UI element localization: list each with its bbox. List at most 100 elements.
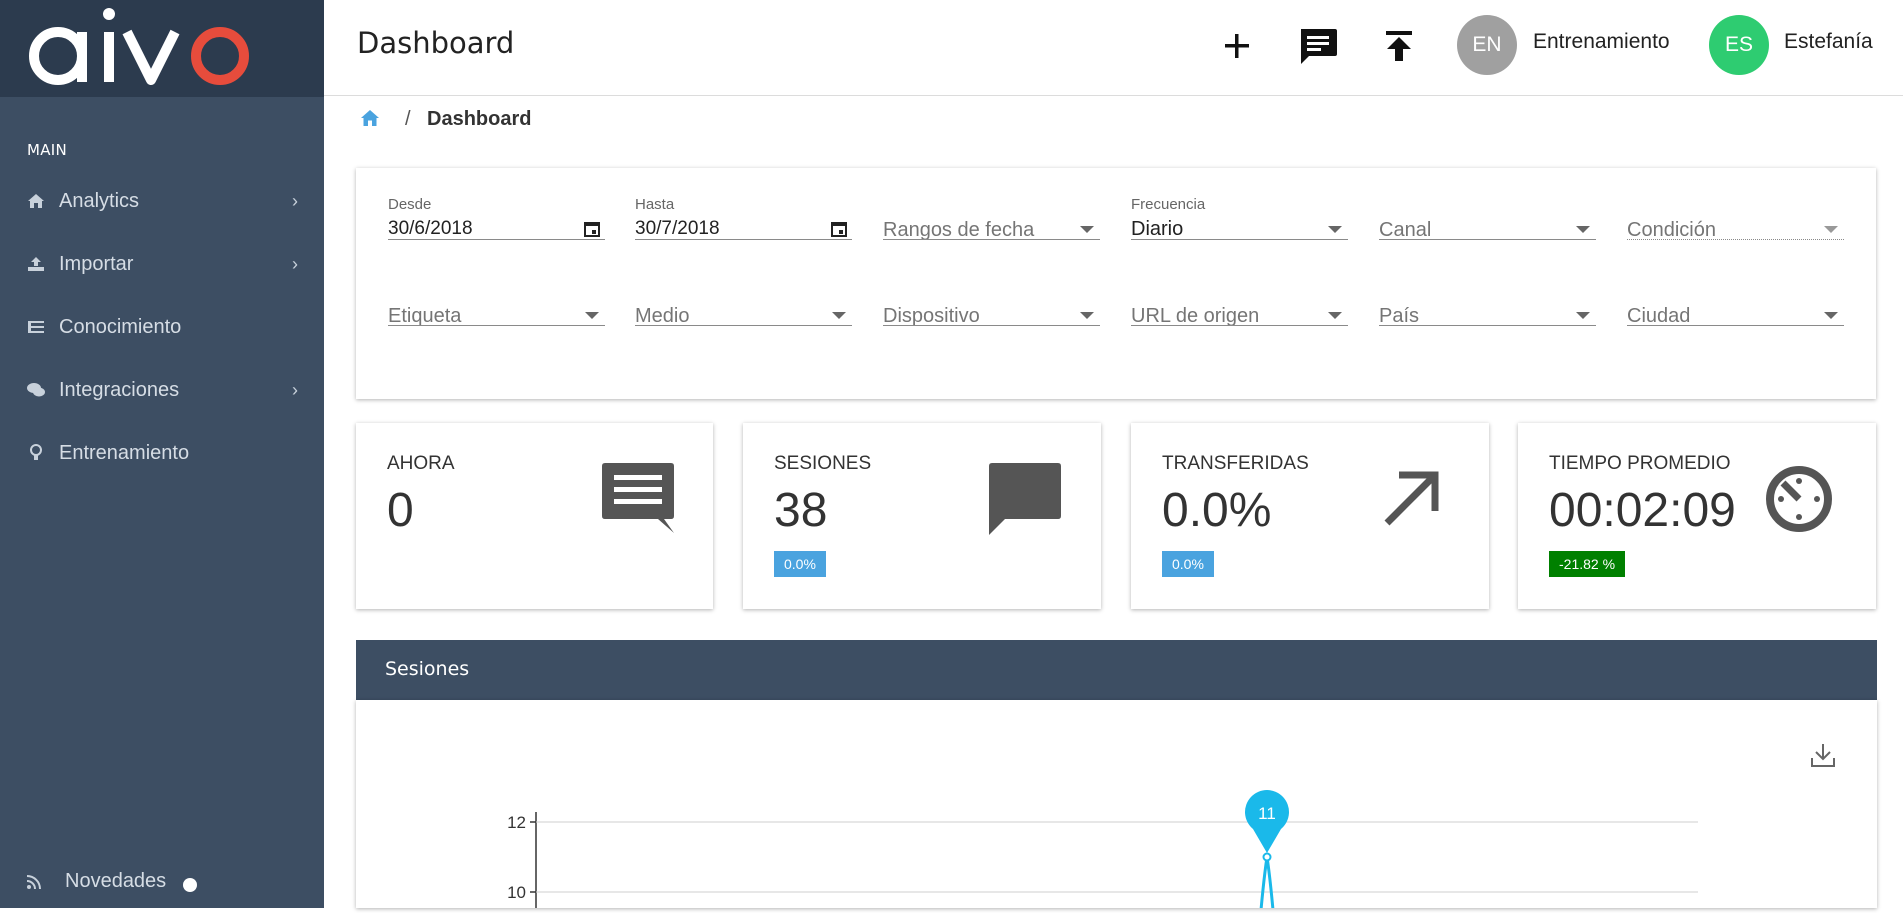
user-name[interactable]: Entrenamiento xyxy=(1533,30,1670,54)
url-origen-select[interactable]: URL de origen xyxy=(1131,282,1348,327)
notification-dot xyxy=(183,878,197,892)
field-value: 30/6/2018 xyxy=(388,218,473,239)
pais-select[interactable]: País xyxy=(1379,282,1596,327)
arrow-up-right-icon xyxy=(1384,471,1439,526)
timer-icon xyxy=(1766,466,1832,532)
page-title: Dashboard xyxy=(357,26,515,60)
frecuencia-select[interactable]: Frecuencia Diario xyxy=(1131,196,1348,240)
dropdown-arrow-icon xyxy=(1328,312,1342,319)
rangos-select[interactable]: Rangos de fecha xyxy=(883,196,1100,241)
field-underline xyxy=(1379,325,1596,326)
field-underline xyxy=(1379,239,1596,240)
dropdown-arrow-icon xyxy=(1576,312,1590,319)
rss-icon xyxy=(26,874,42,895)
etiqueta-select[interactable]: Etiqueta xyxy=(388,282,605,327)
sidebar-item-entrenamiento[interactable]: Entrenamiento xyxy=(0,428,324,478)
field-label: Desde xyxy=(388,196,432,213)
chevron-right-icon: › xyxy=(292,253,298,274)
section-label: MAIN xyxy=(27,141,68,159)
breadcrumb xyxy=(360,108,380,132)
plus-icon xyxy=(1225,34,1249,58)
field-underline xyxy=(883,239,1100,240)
field-underline xyxy=(1627,239,1844,240)
status-badge: 0.0% xyxy=(1162,551,1214,577)
message-icon xyxy=(1301,29,1337,64)
field-underline xyxy=(1131,239,1348,240)
chat-icon xyxy=(26,380,46,400)
download-icon[interactable] xyxy=(1810,742,1836,768)
dropdown-arrow-icon xyxy=(1080,312,1094,319)
upload-button[interactable] xyxy=(1374,22,1424,70)
series-line xyxy=(1259,856,1275,911)
field-label: Hasta xyxy=(635,196,675,213)
stat-value: 0.0% xyxy=(1162,484,1272,537)
dropdown-arrow-icon xyxy=(1824,312,1838,319)
field-underline xyxy=(388,239,605,240)
field-underline xyxy=(635,325,852,326)
messages-button[interactable] xyxy=(1293,22,1343,70)
field-underline xyxy=(635,239,852,240)
hasta-field[interactable]: Hasta 30/7/2018 xyxy=(635,196,852,240)
field-value: 30/7/2018 xyxy=(635,218,720,239)
breadcrumb-separator: / xyxy=(405,108,411,130)
message-icon xyxy=(602,463,674,533)
stat-title: SESIONES xyxy=(774,453,872,474)
sessions-chart-header: Sesiones xyxy=(356,640,1877,700)
sidebar-item-label: Analytics xyxy=(59,189,140,212)
data-label: 11 xyxy=(1258,804,1276,823)
stat-title: TRANSFERIDAS xyxy=(1162,453,1309,474)
desde-field[interactable]: Desde 30/6/2018 xyxy=(388,196,605,240)
sessions-chart: 10 12 11 xyxy=(356,700,1877,911)
medio-select[interactable]: Medio xyxy=(635,282,852,327)
avatar[interactable]: ES xyxy=(1709,15,1769,75)
logo-area[interactable] xyxy=(0,0,324,97)
field-underline xyxy=(1131,325,1348,326)
stat-value: 0 xyxy=(387,484,414,537)
canal-select[interactable]: Canal xyxy=(1379,196,1596,241)
sidebar-item-conocimiento[interactable]: Conocimiento xyxy=(0,302,324,352)
field-underline xyxy=(1627,325,1844,326)
home-icon[interactable] xyxy=(360,109,380,132)
dropdown-arrow-icon xyxy=(1080,226,1094,233)
sidebar-item-novedades[interactable]: Novedades xyxy=(0,864,324,904)
condicion-select[interactable]: Condición xyxy=(1627,196,1844,241)
field-underline xyxy=(883,325,1100,326)
sidebar-item-analytics[interactable]: Analytics › xyxy=(0,176,324,226)
filters-card: Desde 30/6/2018 Hasta 30/7/2018 Rangos d… xyxy=(356,168,1876,399)
sidebar-item-label: Conocimiento xyxy=(59,315,182,338)
upload-icon xyxy=(1386,31,1412,61)
sidebar-item-integraciones[interactable]: Integraciones › xyxy=(0,365,324,415)
user-name[interactable]: Estefanía xyxy=(1784,30,1873,54)
list-icon xyxy=(26,317,46,337)
data-point[interactable] xyxy=(1262,852,1272,862)
chat-bubble-icon xyxy=(989,463,1061,535)
ciudad-select[interactable]: Ciudad xyxy=(1627,282,1844,327)
chevron-right-icon: › xyxy=(292,379,298,400)
sidebar-item-label: Novedades xyxy=(65,870,167,892)
field-value: Diario xyxy=(1131,218,1184,240)
field-label: Frecuencia xyxy=(1131,196,1206,213)
dropdown-arrow-icon xyxy=(832,312,846,319)
add-button[interactable] xyxy=(1212,22,1262,70)
stat-card-ahora: AHORA 0 xyxy=(356,423,713,609)
stat-value: 38 xyxy=(774,484,828,537)
dropdown-arrow-icon xyxy=(1576,226,1590,233)
sidebar-item-label: Integraciones xyxy=(59,378,180,401)
lightbulb-icon xyxy=(26,443,46,463)
sessions-chart-title: Sesiones xyxy=(385,658,470,680)
dispositivo-select[interactable]: Dispositivo xyxy=(883,282,1100,327)
dropdown-arrow-icon xyxy=(1824,226,1838,233)
sidebar-item-label: Entrenamiento xyxy=(59,441,190,464)
y-tick-label: 12 xyxy=(507,813,526,832)
y-tick-label: 10 xyxy=(507,883,526,902)
sessions-chart-plot: 10 12 11 xyxy=(507,790,1698,911)
dropdown-arrow-icon xyxy=(1328,226,1342,233)
status-badge: -21.82 % xyxy=(1549,551,1626,577)
sidebar-item-importar[interactable]: Importar › xyxy=(0,239,324,289)
stat-card-tiempo-promedio: TIEMPO PROMEDIO 00:02:09 -21.82 % xyxy=(1518,423,1876,609)
stat-title: TIEMPO PROMEDIO xyxy=(1549,453,1731,474)
stat-value: 00:02:09 xyxy=(1549,484,1736,537)
chevron-right-icon: › xyxy=(292,190,298,211)
avatar[interactable]: EN xyxy=(1457,15,1517,75)
field-underline xyxy=(388,325,605,326)
